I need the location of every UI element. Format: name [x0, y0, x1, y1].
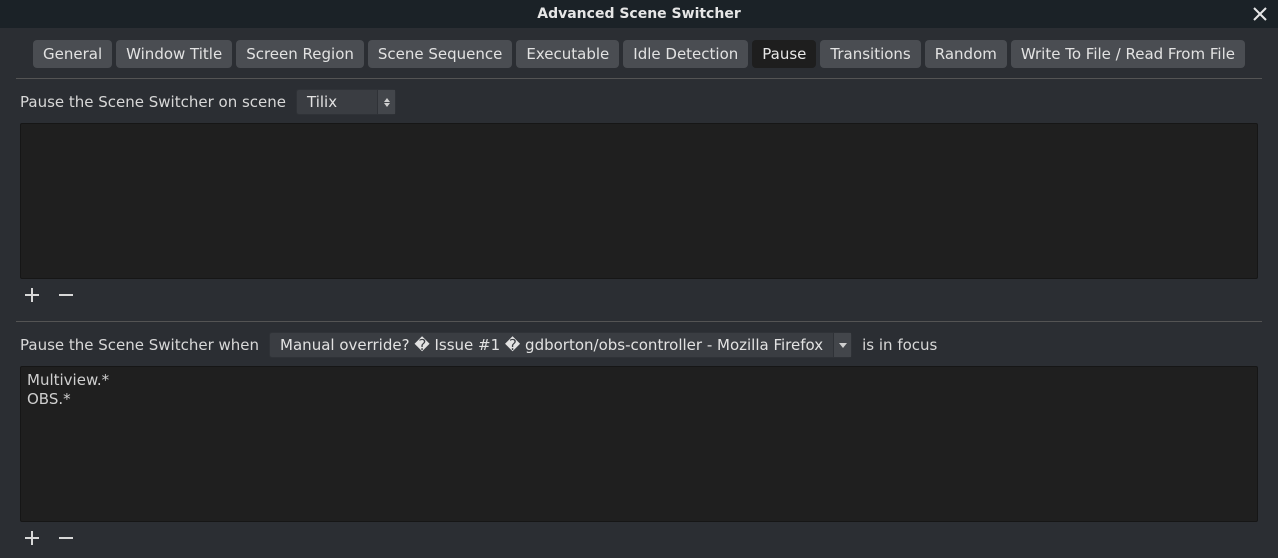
pause-when-label-before: Pause the Scene Switcher when [20, 336, 259, 354]
plus-icon [23, 286, 41, 304]
tab-executable[interactable]: Executable [516, 40, 619, 68]
minus-icon [57, 529, 75, 547]
tab-pause[interactable]: Pause [752, 40, 816, 68]
pause-when-window-value: Manual override? � Issue #1 � gdborton/o… [270, 336, 833, 354]
tab-write-read-file[interactable]: Write To File / Read From File [1011, 40, 1245, 68]
pause-when-remove-button[interactable] [56, 528, 76, 548]
list-item[interactable]: Multiview.* [27, 371, 1251, 390]
plus-icon [23, 529, 41, 547]
tab-bar: General Window Title Screen Region Scene… [16, 40, 1262, 79]
tab-window-title[interactable]: Window Title [116, 40, 232, 68]
pause-on-scene-value: Tilix [297, 93, 377, 111]
updown-icon [377, 90, 395, 114]
pause-when-window-select[interactable]: Manual override? � Issue #1 � gdborton/o… [269, 332, 852, 358]
content-area: General Window Title Screen Region Scene… [0, 28, 1278, 558]
close-button[interactable] [1250, 4, 1270, 24]
tab-general[interactable]: General [33, 40, 112, 68]
pause-on-scene-select[interactable]: Tilix [296, 89, 396, 115]
pause-on-scene-label: Pause the Scene Switcher on scene [20, 93, 286, 111]
tab-scene-sequence[interactable]: Scene Sequence [368, 40, 513, 68]
minus-icon [57, 286, 75, 304]
pause-on-scene-section: Pause the Scene Switcher on scene Tilix [12, 89, 1266, 319]
section-divider [16, 321, 1262, 322]
tab-transitions[interactable]: Transitions [820, 40, 920, 68]
pause-when-add-button[interactable] [22, 528, 42, 548]
window-title: Advanced Scene Switcher [537, 6, 740, 22]
pause-on-scene-list[interactable] [20, 123, 1258, 279]
titlebar: Advanced Scene Switcher [0, 0, 1278, 28]
pause-when-list[interactable]: Multiview.* OBS.* [20, 366, 1258, 522]
pause-on-scene-remove-button[interactable] [56, 285, 76, 305]
tab-idle-detection[interactable]: Idle Detection [623, 40, 748, 68]
pause-when-section: Pause the Scene Switcher when Manual ove… [12, 332, 1266, 558]
tab-screen-region[interactable]: Screen Region [236, 40, 364, 68]
close-icon [1253, 7, 1267, 21]
list-item[interactable]: OBS.* [27, 390, 1251, 409]
pause-when-label-after: is in focus [862, 336, 937, 354]
tab-random[interactable]: Random [925, 40, 1007, 68]
chevron-down-icon [833, 333, 851, 357]
pause-on-scene-add-button[interactable] [22, 285, 42, 305]
